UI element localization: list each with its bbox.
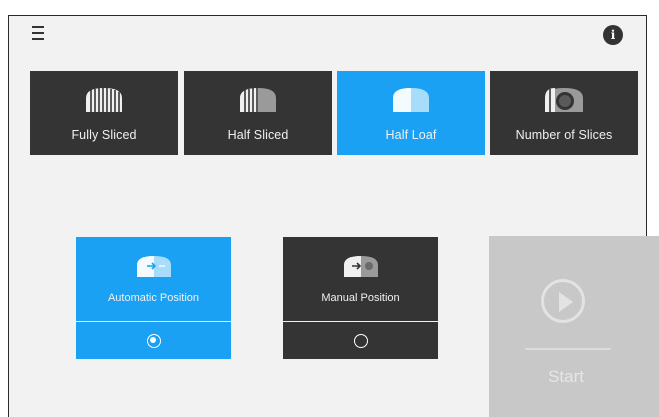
tile-label: Fully Sliced — [71, 128, 137, 142]
number-of-slices-icon — [545, 88, 583, 112]
manual-position-card[interactable]: Manual Position — [283, 237, 438, 359]
position-label: Automatic Position — [107, 292, 200, 304]
tile-number-of-slices[interactable]: Number of Slices — [490, 71, 638, 155]
tile-label: Half Sliced — [227, 128, 289, 142]
start-label: Start — [548, 367, 584, 386]
manual-position-radio[interactable] — [353, 333, 368, 348]
automatic-position-radio[interactable] — [146, 333, 161, 348]
tile-half-loaf[interactable]: Half Loaf — [337, 71, 485, 155]
play-icon — [541, 279, 585, 323]
automatic-position-icon — [136, 256, 171, 277]
start-button[interactable]: Start — [489, 236, 659, 417]
hamburger-menu-icon[interactable] — [32, 26, 56, 40]
tile-half-sliced[interactable]: Half Sliced — [184, 71, 332, 155]
tile-label: Half Loaf — [385, 128, 437, 142]
manual-position-icon — [343, 256, 378, 277]
half-sliced-bread-icon — [240, 88, 276, 112]
info-icon[interactable]: i — [603, 25, 623, 45]
half-loaf-icon — [393, 88, 429, 112]
tile-label: Number of Slices — [515, 128, 613, 142]
divider — [525, 348, 611, 350]
position-label: Manual Position — [321, 292, 400, 304]
automatic-position-card[interactable]: Automatic Position — [76, 237, 231, 359]
fully-sliced-bread-icon — [86, 88, 122, 112]
tile-fully-sliced[interactable]: Fully Sliced — [30, 71, 178, 155]
